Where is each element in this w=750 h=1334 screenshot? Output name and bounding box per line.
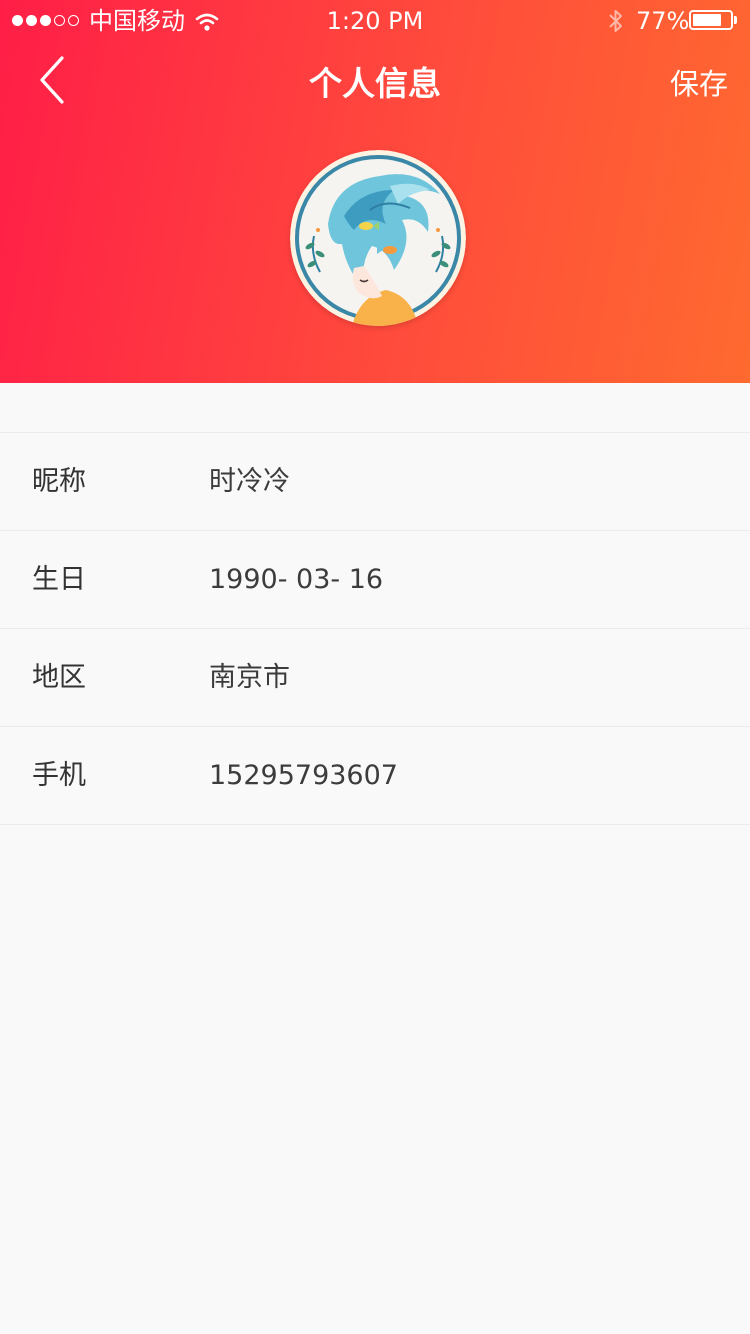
nickname-row[interactable]: 昵称 时冷冷 (0, 433, 750, 531)
avatar[interactable] (290, 150, 466, 326)
nickname-label: 昵称 (32, 466, 86, 497)
save-button[interactable]: 保存 (670, 62, 728, 106)
chevron-left-icon (24, 56, 84, 116)
battery-percentage: 77% (636, 7, 690, 35)
back-button[interactable] (24, 50, 84, 112)
battery-level-fill (693, 14, 721, 26)
battery-icon (689, 10, 733, 30)
battery-tip (734, 16, 737, 24)
status-bar: 中国移动 1:20 PM 77% (0, 0, 750, 42)
phone-row[interactable]: 手机 15295793607 (0, 727, 750, 825)
nickname-value[interactable]: 时冷冷 (209, 433, 290, 530)
profile-info-list: 昵称 时冷冷 生日 1990- 03- 16 地区 南京市 手机 1529579… (0, 432, 750, 825)
region-value[interactable]: 南京市 (209, 629, 290, 726)
region-row[interactable]: 地区 南京市 (0, 629, 750, 727)
birthday-row[interactable]: 生日 1990- 03- 16 (0, 531, 750, 629)
birthday-value[interactable]: 1990- 03- 16 (209, 531, 383, 628)
phone-label: 手机 (32, 760, 86, 791)
phone-value[interactable]: 15295793607 (209, 727, 398, 824)
region-label: 地区 (32, 662, 86, 693)
birthday-label: 生日 (32, 564, 86, 595)
avatar-illustration (290, 150, 466, 326)
bluetooth-icon (606, 8, 626, 40)
